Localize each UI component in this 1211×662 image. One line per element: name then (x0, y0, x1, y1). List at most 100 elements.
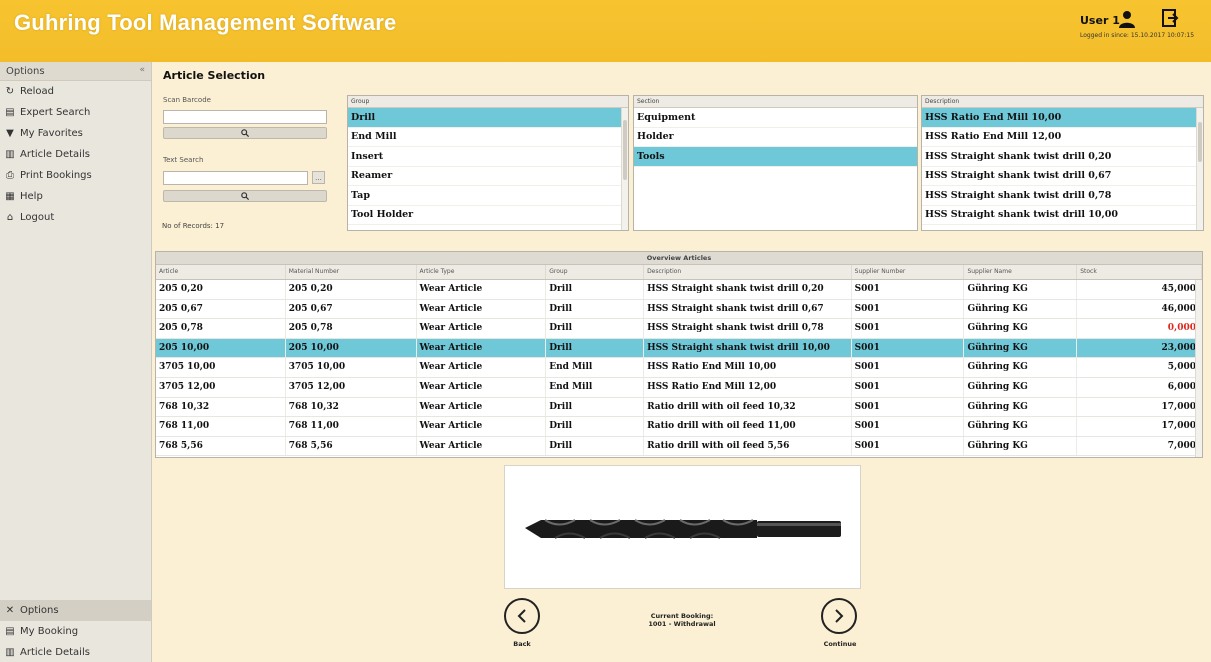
cell-material-number: 3705 12,00 (286, 377, 417, 397)
cell-material-number: 205 0,78 (286, 319, 417, 338)
group-scrollbar[interactable] (621, 108, 628, 230)
cell-article-type: Wear Article (417, 377, 547, 397)
column-header[interactable]: Description (644, 265, 852, 279)
continue-label: Continue (823, 640, 857, 648)
column-header[interactable]: Article Type (417, 265, 547, 279)
twist-drill-image (525, 519, 841, 539)
table-row[interactable]: 205 0,67 205 0,67 Wear Article Drill HSS… (156, 299, 1202, 320)
group-item[interactable]: Reamer (348, 167, 628, 186)
cell-stock: 45,000 (1077, 280, 1202, 299)
group-item[interactable]: Insert (348, 147, 628, 167)
cell-group: Drill (546, 417, 645, 436)
details-icon: ▥ (5, 149, 15, 160)
collapse-icon[interactable]: « (139, 65, 145, 75)
description-item[interactable]: HSS Straight shank twist drill 0,78 (922, 186, 1203, 206)
table-caption: Overview Articles (156, 252, 1202, 265)
sidebar-item-logout[interactable]: ⌂ Logout (0, 207, 151, 228)
cell-group: Drill (546, 299, 645, 319)
cell-stock: 5,000 (1077, 358, 1202, 377)
table-row[interactable]: 205 0,78 205 0,78 Wear Article Drill HSS… (156, 319, 1202, 339)
column-header[interactable]: Material Number (286, 265, 417, 279)
sidebar-item-label: Reload (20, 86, 55, 97)
cell-description: HSS Straight shank twist drill 0,67 (644, 299, 852, 319)
cell-article-type: Wear Article (417, 338, 547, 358)
group-item[interactable]: Drill (348, 108, 628, 128)
cell-article-type: Wear Article (417, 299, 547, 319)
column-header[interactable]: Group (546, 265, 645, 279)
sidebar: Options « ↻ Reload ▤ Expert Search ▼ My … (0, 62, 152, 662)
table-row[interactable]: 768 5,56 768 5,56 Wear Article Drill Rat… (156, 436, 1202, 457)
table-row[interactable]: 3705 10,00 3705 10,00 Wear Article End M… (156, 358, 1202, 378)
app-title: Guhring Tool Management Software (14, 10, 397, 35)
description-item[interactable]: HSS Straight shank twist drill 0,20 (922, 147, 1203, 167)
back-button[interactable] (504, 598, 540, 634)
sidebar-tab-my-booking[interactable]: ▤ My Booking (0, 621, 151, 642)
cell-material-number: 768 5,56 (286, 436, 417, 456)
group-item[interactable]: Tap (348, 186, 628, 206)
cell-supplier-name: Gühring KG (964, 280, 1078, 299)
column-header[interactable]: Supplier Name (964, 265, 1078, 279)
section-list[interactable]: Section Equipment Holder Tools (633, 95, 918, 231)
column-header[interactable]: Article (156, 265, 286, 279)
cell-description: HSS Straight shank twist drill 10,00 (644, 338, 852, 358)
scan-barcode-input[interactable] (163, 110, 327, 124)
reload-icon: ↻ (5, 86, 15, 97)
logout-icon[interactable] (1161, 9, 1179, 27)
table-row[interactable]: 768 11,00 768 11,00 Wear Article Drill R… (156, 417, 1202, 437)
description-item[interactable]: HSS Ratio End Mill 12,00 (922, 128, 1203, 147)
barcode-search-button[interactable] (163, 127, 327, 139)
group-item[interactable]: End Mill (348, 128, 628, 147)
print-icon: ⎙ (6, 170, 14, 181)
section-item[interactable]: Tools (634, 147, 917, 167)
cell-stock: 46,000 (1077, 299, 1202, 319)
more-options-button[interactable]: ... (312, 171, 325, 184)
sidebar-item-my-favorites[interactable]: ▼ My Favorites (0, 123, 151, 144)
user-icon[interactable] (1118, 10, 1136, 28)
cell-supplier-name: Gühring KG (964, 299, 1078, 319)
cell-material-number: 205 10,00 (286, 338, 417, 358)
cell-article: 3705 10,00 (156, 358, 286, 377)
continue-button[interactable] (821, 598, 857, 634)
table-row[interactable]: 768 10,32 768 10,32 Wear Article Drill R… (156, 397, 1202, 418)
search-icon (241, 129, 249, 137)
text-search-input[interactable] (163, 171, 308, 185)
sidebar-tab-options[interactable]: ✕ Options (0, 600, 151, 621)
cell-material-number: 205 0,20 (286, 280, 417, 299)
booking-value: 1001 - Withdrawal (648, 620, 716, 628)
sidebar-tab-article-details[interactable]: ▥ Article Details (0, 642, 151, 662)
description-item[interactable]: HSS Straight shank twist drill 0,67 (922, 167, 1203, 186)
group-list[interactable]: Group Drill End Mill Insert Reamer Tap T… (347, 95, 629, 231)
column-header[interactable]: Stock (1077, 265, 1202, 279)
cell-supplier-name: Gühring KG (964, 377, 1078, 397)
cell-article: 768 5,56 (156, 436, 286, 456)
sidebar-item-article-details[interactable]: ▥ Article Details (0, 144, 151, 165)
cell-stock: 7,000 (1077, 436, 1202, 456)
description-list[interactable]: Description HSS Ratio End Mill 10,00 HSS… (921, 95, 1204, 231)
section-list-header: Section (634, 96, 917, 108)
column-header[interactable]: Supplier Number (852, 265, 965, 279)
text-search-button[interactable] (163, 190, 327, 202)
description-item[interactable]: HSS Straight shank twist drill 10,00 (922, 206, 1203, 225)
sidebar-item-expert-search[interactable]: ▤ Expert Search (0, 102, 151, 123)
description-scrollbar[interactable] (1196, 108, 1203, 230)
sidebar-item-print-bookings[interactable]: ⎙ Print Bookings (0, 165, 151, 186)
table-row-selected[interactable]: 205 10,00 205 10,00 Wear Article Drill H… (156, 338, 1202, 359)
chevron-right-icon (835, 609, 844, 623)
home-icon: ⌂ (6, 212, 14, 223)
table-row[interactable]: 205 0,20 205 0,20 Wear Article Drill HSS… (156, 280, 1202, 300)
cell-supplier-name: Gühring KG (964, 417, 1078, 436)
table-scrollbar[interactable] (1195, 280, 1202, 457)
cell-material-number: 768 10,32 (286, 397, 417, 417)
section-item[interactable]: Equipment (634, 108, 917, 128)
group-item[interactable]: Tool Holder (348, 206, 628, 225)
section-item[interactable]: Holder (634, 128, 917, 147)
table-row[interactable]: 3705 12,00 3705 12,00 Wear Article End M… (156, 377, 1202, 398)
sidebar-item-reload[interactable]: ↻ Reload (0, 81, 151, 102)
description-item[interactable]: HSS Ratio End Mill 10,00 (922, 108, 1203, 128)
cell-article-type: Wear Article (417, 417, 547, 436)
sidebar-item-help[interactable]: ▦ Help (0, 186, 151, 207)
cell-article: 205 0,78 (156, 319, 286, 338)
cell-supplier-number: S001 (852, 417, 965, 436)
cell-description: HSS Ratio End Mill 10,00 (644, 358, 852, 377)
cell-group: Drill (546, 319, 645, 338)
